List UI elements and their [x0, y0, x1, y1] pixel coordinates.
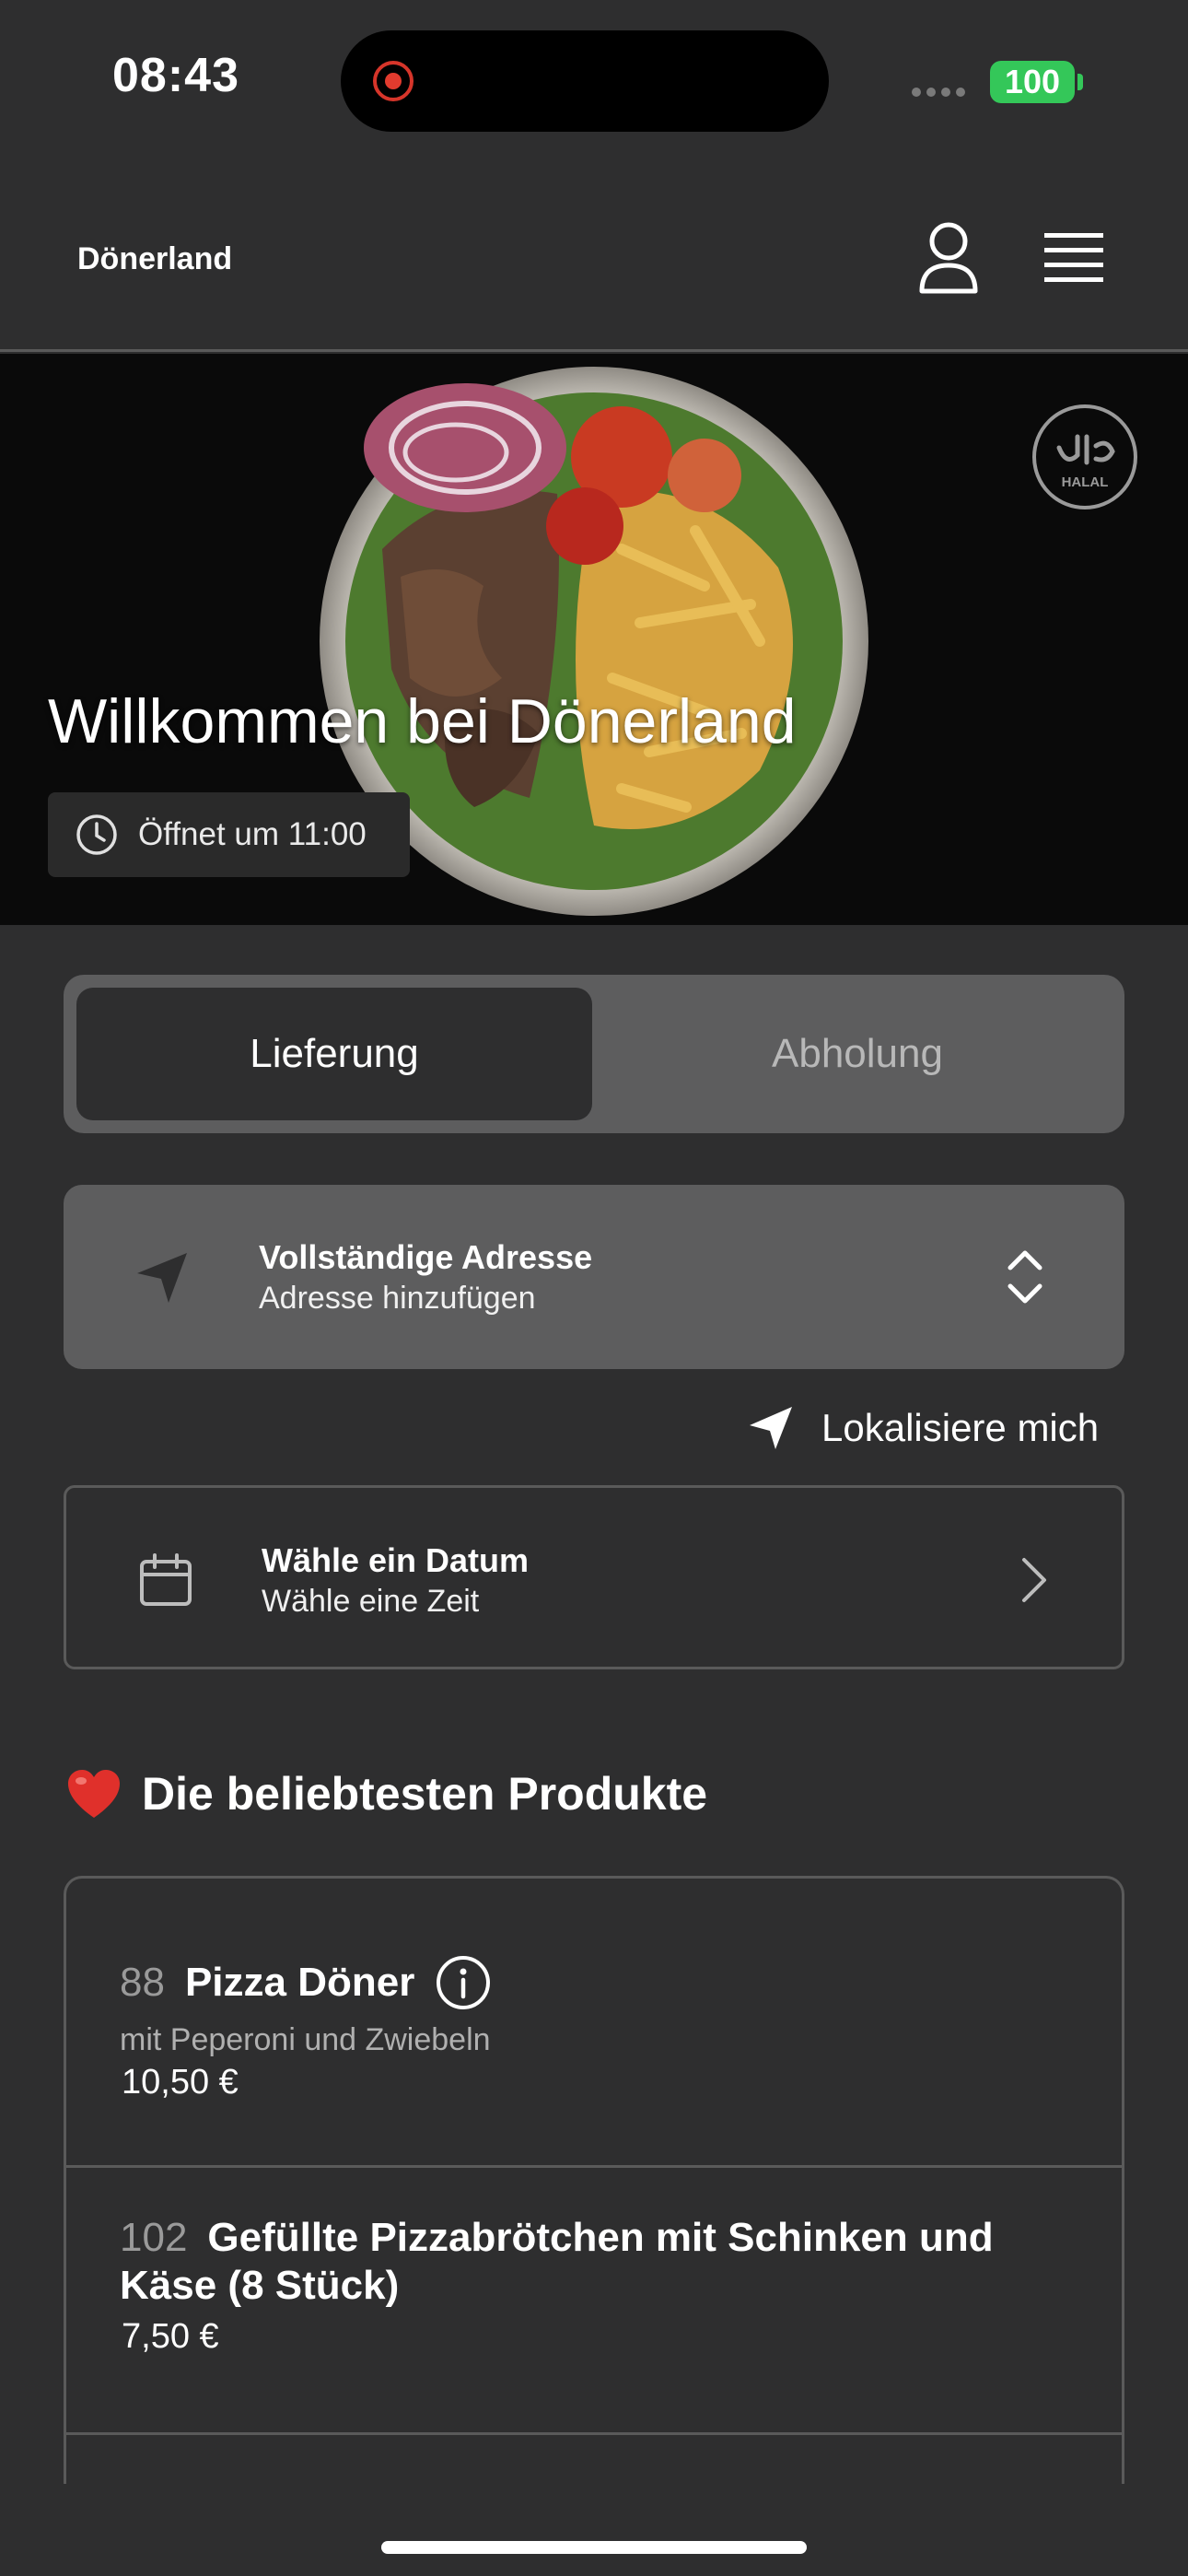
hamburger-menu-icon: [1044, 233, 1103, 282]
product-price: 10,50 €: [122, 2063, 239, 2102]
clock-icon: [76, 814, 117, 855]
chevron-right-icon: [1022, 1558, 1046, 1602]
product-item[interactable]: [66, 2435, 1122, 2484]
date-title: Wähle ein Datum: [262, 1541, 530, 1579]
time-subtitle: Wähle eine Zeit: [262, 1584, 480, 1619]
product-name: Gefüllte Pizzabrötchen mit Schinken und …: [120, 2215, 994, 2308]
calendar-icon: [140, 1553, 192, 1606]
svg-text:HALAL: HALAL: [1062, 474, 1109, 490]
product-item[interactable]: 102 Gefüllte Pizzabrötchen mit Schinken u…: [66, 2168, 1122, 2435]
tab-delivery[interactable]: Lieferung: [76, 988, 592, 1120]
dynamic-island: [341, 30, 829, 132]
home-indicator[interactable]: [381, 2541, 807, 2554]
product-name: Pizza Döner: [184, 1960, 415, 2005]
product-description: mit Peperoni und Zwiebeln: [120, 2022, 491, 2057]
address-selector[interactable]: Vollständige Adresse Adresse hinzufügen: [64, 1185, 1124, 1369]
tab-pickup[interactable]: Abholung: [600, 988, 1115, 1120]
locate-me-label: Lokalisiere mich: [821, 1406, 1100, 1449]
product-number: 102: [120, 2215, 188, 2260]
menu-button[interactable]: [1042, 230, 1105, 286]
profile-icon: [919, 222, 978, 294]
popular-products-heading: Die beliebtesten Produkte: [66, 1767, 707, 1821]
signal-icon: [912, 85, 971, 97]
popular-products-title: Die beliebtesten Produkte: [142, 1768, 708, 1820]
popular-products-list: 88 Pizza Döner mit Peperoni und Zwiebeln…: [64, 1876, 1124, 2484]
locate-me-link[interactable]: Lokalisiere mich: [748, 1400, 1099, 1456]
hero-banner: HALAL Willkommen bei Dönerland Öffnet um…: [0, 354, 1188, 925]
battery-tip: [1077, 74, 1083, 90]
status-bar: 08:43 100: [0, 0, 1188, 157]
profile-button[interactable]: [916, 221, 981, 295]
opening-hours-text: Öffnet um 11:00: [138, 816, 367, 852]
product-header: 102 Gefüllte Pizzabrötchen mit Schinken u…: [120, 2214, 1041, 2310]
info-icon[interactable]: [435, 1954, 492, 2011]
recording-indicator-icon: [373, 61, 413, 101]
product-price: 7,50 €: [122, 2317, 219, 2356]
product-number: 88: [120, 1960, 165, 2005]
heart-icon: [68, 1770, 120, 1818]
product-item[interactable]: 88 Pizza Döner mit Peperoni und Zwiebeln…: [66, 1879, 1122, 2168]
brand-name[interactable]: Dönerland: [77, 241, 232, 277]
welcome-title: Willkommen bei Dönerland: [48, 686, 797, 756]
order-mode-toggle: Lieferung Abholung: [64, 975, 1124, 1133]
halal-badge-icon: HALAL: [1032, 404, 1137, 509]
app-header: Dönerland: [0, 157, 1188, 352]
location-arrow-icon: [137, 1253, 187, 1303]
address-title: Vollständige Adresse: [259, 1238, 593, 1276]
product-header: 88 Pizza Döner: [120, 1954, 492, 2011]
address-subtitle: Adresse hinzufügen: [259, 1281, 536, 1316]
chevron-up-down-icon: [1007, 1250, 1042, 1304]
date-time-selector[interactable]: Wähle ein Datum Wähle eine Zeit: [64, 1485, 1124, 1669]
battery-icon: 100: [990, 61, 1075, 103]
status-time: 08:43: [112, 49, 239, 102]
opening-hours-badge: Öffnet um 11:00: [48, 792, 410, 877]
app-screen: 08:43 100 Dönerland HALAL Willkommen bei…: [0, 0, 1188, 2576]
location-arrow-icon: [750, 1407, 792, 1449]
